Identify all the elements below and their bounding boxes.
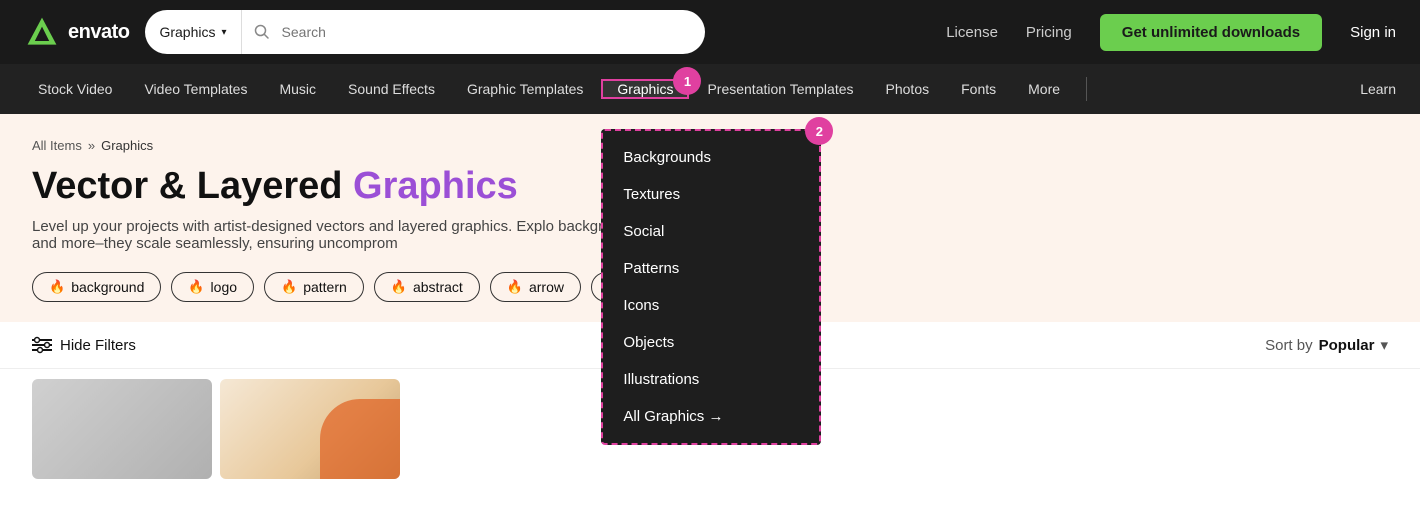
license-link[interactable]: License xyxy=(946,24,998,41)
nav-item-presentation-templates[interactable]: Presentation Templates xyxy=(693,64,867,114)
filters-icon xyxy=(32,336,52,354)
search-icon xyxy=(242,24,282,40)
graphics-dropdown-menu: 2 Backgrounds Textures Social Patterns I… xyxy=(601,129,821,445)
dropdown-item-textures[interactable]: Textures xyxy=(603,176,819,213)
fire-icon-5: 🔥 xyxy=(507,279,523,295)
tag-arrow-label: arrow xyxy=(529,279,564,295)
header: envato Graphics ▾ License Pricing Get un… xyxy=(0,0,1420,64)
dropdown-item-social[interactable]: Social xyxy=(603,213,819,250)
nav-item-video-templates[interactable]: Video Templates xyxy=(130,64,261,114)
sort-by-label: Sort by xyxy=(1265,337,1313,354)
thumbnail-1[interactable] xyxy=(32,379,212,479)
tag-background[interactable]: 🔥 background xyxy=(32,272,161,302)
nav-item-stock-video[interactable]: Stock Video xyxy=(24,64,126,114)
pricing-link[interactable]: Pricing xyxy=(1026,24,1072,41)
sort-by-button[interactable]: Sort by Popular ▾ xyxy=(1265,336,1388,354)
tag-logo-label: logo xyxy=(211,279,237,295)
logo-text: envato xyxy=(68,21,129,44)
tag-logo[interactable]: 🔥 logo xyxy=(171,272,254,302)
thumbnail-2-decoration xyxy=(320,399,400,479)
header-nav: License Pricing Get unlimited downloads … xyxy=(946,14,1396,51)
search-bar: Graphics ▾ xyxy=(145,10,705,54)
thumbnail-2[interactable] xyxy=(220,379,400,479)
hide-filters-button[interactable]: Hide Filters xyxy=(32,336,136,354)
graphics-nav-wrapper: Graphics 1 2 Backgrounds Textures Social… xyxy=(601,79,689,99)
sort-chevron-icon: ▾ xyxy=(1380,336,1388,354)
page-title-plain: Vector & Layered xyxy=(32,165,353,207)
logo[interactable]: envato xyxy=(24,14,129,50)
tag-abstract[interactable]: 🔥 abstract xyxy=(374,272,480,302)
envato-logo-icon xyxy=(24,14,60,50)
nav-item-music[interactable]: Music xyxy=(265,64,330,114)
search-category-label: Graphics xyxy=(159,24,215,40)
tag-arrow[interactable]: 🔥 arrow xyxy=(490,272,581,302)
breadcrumb-separator: » xyxy=(88,138,95,153)
dropdown-all-graphics[interactable]: All Graphics → xyxy=(603,398,819,435)
nav-bar: Stock Video Video Templates Music Sound … xyxy=(0,64,1420,114)
dropdown-item-illustrations[interactable]: Illustrations xyxy=(603,361,819,398)
search-input[interactable] xyxy=(282,24,706,40)
graphics-nav-label: Graphics xyxy=(617,81,673,97)
sign-in-link[interactable]: Sign in xyxy=(1350,24,1396,41)
breadcrumb-all-items[interactable]: All Items xyxy=(32,138,82,153)
search-category-selector[interactable]: Graphics ▾ xyxy=(145,10,241,54)
fire-icon: 🔥 xyxy=(49,279,65,295)
tag-abstract-label: abstract xyxy=(413,279,463,295)
fire-icon-2: 🔥 xyxy=(188,279,204,295)
page-title-highlight: Graphics xyxy=(353,165,518,207)
sort-by-value: Popular xyxy=(1319,337,1375,354)
cta-button[interactable]: Get unlimited downloads xyxy=(1100,14,1322,51)
nav-item-photos[interactable]: Photos xyxy=(872,64,944,114)
nav-item-graphics[interactable]: Graphics 1 xyxy=(601,79,689,99)
fire-icon-4: 🔥 xyxy=(391,279,407,295)
nav-item-sound-effects[interactable]: Sound Effects xyxy=(334,64,449,114)
tag-pattern-label: pattern xyxy=(303,279,347,295)
fire-icon-3: 🔥 xyxy=(281,279,297,295)
nav-item-more[interactable]: More xyxy=(1014,64,1074,114)
nav-learn-link[interactable]: Learn xyxy=(1360,81,1396,97)
dropdown-item-objects[interactable]: Objects xyxy=(603,324,819,361)
hide-filters-label: Hide Filters xyxy=(60,337,136,354)
breadcrumb-current: Graphics xyxy=(101,138,153,153)
nav-item-fonts[interactable]: Fonts xyxy=(947,64,1010,114)
chevron-down-icon: ▾ xyxy=(222,27,227,38)
dropdown-item-icons[interactable]: Icons xyxy=(603,287,819,324)
tag-background-label: background xyxy=(71,279,144,295)
nav-divider xyxy=(1086,77,1087,101)
dropdown-item-backgrounds[interactable]: Backgrounds xyxy=(603,139,819,176)
dropdown-item-patterns[interactable]: Patterns xyxy=(603,250,819,287)
tag-pattern[interactable]: 🔥 pattern xyxy=(264,272,364,302)
nav-item-graphic-templates[interactable]: Graphic Templates xyxy=(453,64,597,114)
